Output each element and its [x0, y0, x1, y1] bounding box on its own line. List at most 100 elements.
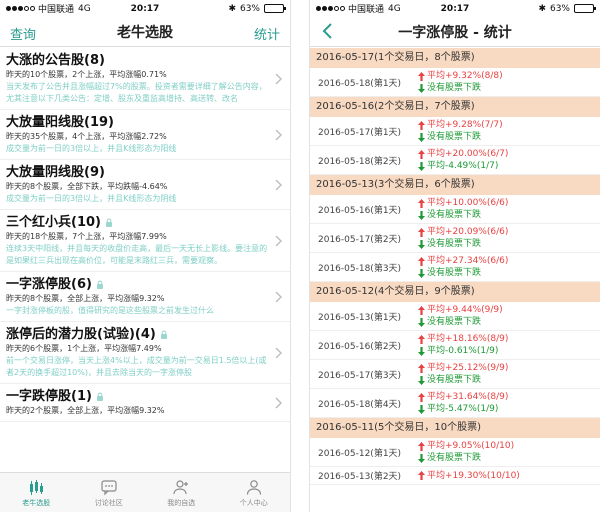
- group-header: 2016-05-16(2个交易日，7个股票): [310, 97, 600, 117]
- tab-label: 个人中心: [239, 498, 268, 507]
- tab-4[interactable]: 个人中心: [218, 473, 291, 512]
- arrow-up-icon: [418, 392, 425, 402]
- tab-bar: 老牛选股 讨论社区 我的自选 个人中心: [0, 472, 290, 512]
- item-summary: 昨天的18个股票，7个上涨，平均涨幅7.99%: [6, 232, 167, 241]
- stat-value: 平均+10.00%(6/6): [418, 197, 600, 209]
- arrow-up-icon: [418, 227, 425, 237]
- stats-button[interactable]: 统计: [254, 24, 280, 43]
- carrier-label: 中国联通: [38, 5, 75, 15]
- item-title: 一字涨停股(6): [6, 277, 92, 292]
- stat-text: 平均+18.16%(8/9): [427, 334, 509, 344]
- row-values: 平均+20.09%(6/6) 没有股票下跌: [418, 226, 600, 250]
- stat-value: 平均+27.34%(6/6): [418, 255, 600, 267]
- stat-text: 平均+9.28%(7/7): [427, 120, 503, 130]
- item-title: 大放量阳线股(19): [6, 115, 114, 130]
- tab-label: 我的自选: [167, 498, 196, 507]
- back-chevron-icon[interactable]: [320, 22, 336, 40]
- row-values: 平均+9.32%(8/8) 没有股票下跌: [418, 70, 600, 94]
- stat-text: 平均+19.30%(10/10): [427, 470, 520, 481]
- list-item[interactable]: 一字涨停股(6) 昨天的8个股票，全部上涨，平均涨幅9.32% 一字封涨停板的股，值…: [0, 272, 290, 322]
- stat-value: 平均+9.32%(8/8): [418, 70, 600, 82]
- stat-row[interactable]: 2016-05-13(第2天) 平均+19.30%(10/10): [310, 467, 600, 485]
- stat-text: 没有股票下跌: [427, 83, 482, 93]
- stat-text: 没有股票下跌: [427, 210, 482, 220]
- stat-value: 没有股票下跌: [418, 209, 600, 221]
- item-description: 前一个交易日涨停，当天上涨4%以上，成交量为前一交易日1.5倍以上(或者2天的换…: [6, 356, 267, 377]
- tab-3[interactable]: 我的自选: [145, 473, 218, 512]
- row-values: 平均+27.34%(6/6) 没有股票下跌: [418, 255, 600, 279]
- item-summary: 昨天的35个股票，4个上涨，平均涨幅2.72%: [6, 132, 167, 141]
- page-title: 一字涨停股 - 统计: [398, 24, 512, 41]
- item-summary: 昨天的8个股票，全部上涨，平均涨幅9.32%: [6, 294, 165, 303]
- stat-value: 没有股票下跌: [418, 238, 600, 250]
- chat-icon: [101, 479, 117, 495]
- arrow-up-icon: [418, 305, 425, 315]
- stat-value: 没有股票下跌: [418, 131, 600, 143]
- item-description: 连续3天中阳线，并且每天的收盘价走高，最后一天无长上影线。要注意的是如果红三兵出…: [6, 244, 268, 265]
- list-item[interactable]: 一字跌停股(1) 昨天的2个股票，全部上涨，平均涨幅9.32%: [0, 384, 290, 422]
- row-values: 平均+9.05%(10/10) 没有股票下跌: [418, 440, 600, 464]
- tab-1[interactable]: 老牛选股: [0, 473, 73, 512]
- bluetooth-icon: ✱: [228, 3, 236, 14]
- stat-text: 平均-5.47%(1/9): [427, 404, 499, 414]
- tab-label: 讨论社区: [94, 498, 123, 507]
- chevron-right-icon: [275, 347, 282, 358]
- arrow-down-icon: [418, 404, 425, 414]
- stat-row[interactable]: 2016-05-18(第4天) 平均+31.64%(8/9) 平均-5.47%(1/…: [310, 389, 600, 418]
- item-title: 一字跌停股(1): [6, 389, 92, 404]
- stat-value: 平均+9.05%(10/10): [418, 440, 600, 452]
- item-summary: 昨天的10个股票，2个上涨，平均涨幅0.71%: [6, 70, 167, 79]
- item-title: 三个红小兵(10): [6, 215, 101, 230]
- stat-row[interactable]: 2016-05-18(第1天) 平均+9.32%(8/8) 没有股票下跌: [310, 68, 600, 97]
- stat-text: 没有股票下跌: [427, 453, 482, 463]
- arrow-down-icon: [418, 161, 425, 171]
- carrier-label: 中国联通: [348, 5, 385, 15]
- stat-row[interactable]: 2016-05-18(第3天) 平均+27.34%(6/6) 没有股票下跌: [310, 253, 600, 282]
- stat-text: 没有股票下跌: [427, 268, 482, 278]
- tab-label: 老牛选股: [22, 498, 51, 507]
- item-title-row: 三个红小兵(10): [6, 214, 268, 231]
- item-title-row: 一字跌停股(1): [6, 388, 268, 405]
- stat-text: 平均+31.64%(8/9): [427, 392, 509, 402]
- stat-value: 平均+20.09%(6/6): [418, 226, 600, 238]
- list-item[interactable]: 大涨的公告股(8) 昨天的10个股票，2个上涨，平均涨幅0.71% 当天发布了公告并…: [0, 48, 290, 110]
- lock-icon: [96, 392, 103, 401]
- stat-text: 没有股票下跌: [427, 375, 482, 385]
- item-title: 大涨的公告股(8): [6, 53, 105, 68]
- stat-text: 平均+9.05%(10/10): [427, 441, 515, 451]
- tab-2[interactable]: 讨论社区: [73, 473, 146, 512]
- stat-row[interactable]: 2016-05-12(第1天) 平均+9.05%(10/10) 没有股票下跌: [310, 438, 600, 467]
- stat-row[interactable]: 2016-05-17(第3天) 平均+25.12%(9/9) 没有股票下跌: [310, 360, 600, 389]
- row-date: 2016-05-18(第4天): [318, 399, 402, 410]
- arrow-down-icon: [418, 268, 425, 278]
- item-title-row: 大放量阳线股(19): [6, 114, 268, 131]
- stat-row[interactable]: 2016-05-17(第2天) 平均+20.09%(6/6) 没有股票下跌: [310, 224, 600, 253]
- nav-bar: 一字涨停股 - 统计: [310, 17, 600, 47]
- row-values: 平均+18.16%(8/9) 平均-0.61%(1/9): [418, 333, 600, 357]
- item-description: 当天发布了公告并且涨幅超过7%的股票。投资者需要详细了解公告内容，尤其注意以下几…: [6, 82, 267, 103]
- stat-value: 平均+31.64%(8/9): [418, 391, 600, 403]
- stat-value: 平均+19.30%(10/10): [418, 470, 600, 482]
- list-item[interactable]: 大放量阳线股(19) 昨天的35个股票，4个上涨，平均涨幅2.72% 成交量为前一日…: [0, 110, 290, 160]
- item-description: 成交量为前一日的3倍以上，并且K线形态为阳线: [6, 144, 177, 153]
- stat-value: 平均-5.47%(1/9): [418, 403, 600, 415]
- stat-row[interactable]: 2016-05-13(第1天) 平均+9.44%(9/9) 没有股票下跌: [310, 302, 600, 331]
- stat-row[interactable]: 2016-05-16(第2天) 平均+18.16%(8/9) 平均-0.61%(1/…: [310, 331, 600, 360]
- item-title: 大放量阴线股(9): [6, 165, 105, 180]
- row-date: 2016-05-18(第2天): [318, 156, 402, 167]
- list-item[interactable]: 三个红小兵(10) 昨天的18个股票，7个上涨，平均涨幅7.99% 连续3天中阳线，…: [0, 210, 290, 272]
- stat-row[interactable]: 2016-05-17(第1天) 平均+9.28%(7/7) 没有股票下跌: [310, 117, 600, 146]
- stat-text: 平均+25.12%(9/9): [427, 363, 509, 373]
- stat-value: 没有股票下跌: [418, 267, 600, 279]
- chevron-right-icon: [275, 235, 282, 246]
- row-values: 平均+19.30%(10/10): [418, 469, 600, 482]
- list-item[interactable]: 大放量阴线股(9) 昨天的8个股票，全部下跌，平均跌幅-4.64% 成交量为前一日的…: [0, 160, 290, 210]
- list-item[interactable]: 涨停后的潜力股(试验)(4) 昨天的6个股票，1个上涨，平均涨幅7.49% 前一个交…: [0, 322, 290, 384]
- arrow-down-icon: [418, 83, 425, 93]
- group-header: 2016-05-13(3个交易日，6个股票): [310, 175, 600, 195]
- candlestick-icon: [30, 479, 44, 495]
- query-button[interactable]: 查询: [10, 24, 36, 43]
- stat-row[interactable]: 2016-05-16(第1天) 平均+10.00%(6/6) 没有股票下跌: [310, 195, 600, 224]
- stat-row[interactable]: 2016-05-18(第2天) 平均+20.00%(6/7) 平均-4.49%(1/…: [310, 146, 600, 175]
- chevron-right-icon: [275, 129, 282, 140]
